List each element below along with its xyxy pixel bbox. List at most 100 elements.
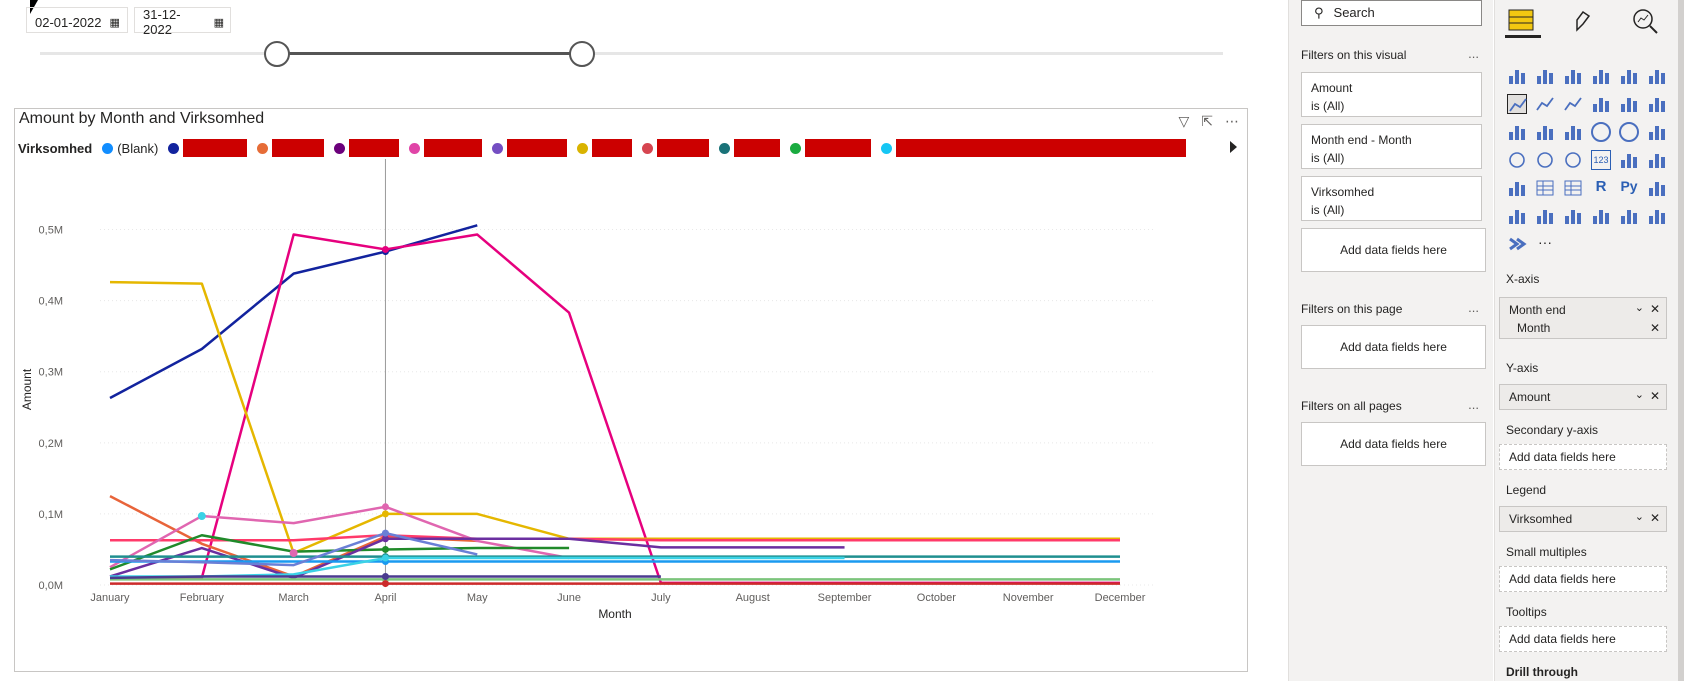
legend-well[interactable]: Virksomhed ⌄ ✕ — [1499, 506, 1667, 532]
legend-dot[interactable] — [881, 142, 893, 154]
redacted-legend-label — [349, 139, 400, 157]
legend-dot[interactable] — [577, 142, 589, 154]
legend-dot[interactable] — [642, 142, 654, 154]
filter-search-input[interactable]: ⚲ Search — [1301, 0, 1482, 26]
y-tick-label: 0,4M — [39, 296, 63, 308]
legend-dot[interactable] — [492, 142, 504, 154]
clustered-column-icon[interactable] — [1591, 66, 1611, 86]
table-icon[interactable] — [1535, 178, 1555, 198]
card-icon[interactable]: 123 — [1591, 150, 1611, 170]
filters-page-more-icon[interactable]: ... — [1468, 300, 1479, 315]
donut-icon[interactable] — [1619, 122, 1639, 142]
waterfall-icon[interactable] — [1507, 122, 1527, 142]
more-visuals-icon[interactable]: ··· — [1535, 234, 1555, 254]
start-date-input[interactable]: 02-01-2022 ▦ — [26, 7, 128, 33]
filled-map-icon[interactable] — [1535, 150, 1555, 170]
slicer-icon[interactable] — [1507, 178, 1527, 198]
decomposition-tree-icon[interactable] — [1507, 206, 1527, 226]
end-date-input[interactable]: 31-12-2022 ▦ — [134, 7, 231, 37]
remove-field-icon[interactable]: ✕ — [1650, 321, 1660, 335]
legend-dot[interactable] — [790, 142, 802, 154]
hover-point — [381, 545, 389, 553]
gauge-icon[interactable] — [1563, 150, 1583, 170]
redacted-legend-label — [183, 139, 248, 157]
ribbon-chart-icon[interactable] — [1647, 94, 1667, 114]
python-visual-icon[interactable]: Py — [1619, 178, 1639, 198]
focus-mode-icon[interactable]: ⇱ — [1201, 113, 1213, 130]
format-visual-tab[interactable] — [1567, 6, 1603, 38]
100-column-icon[interactable] — [1647, 66, 1667, 86]
date-slider-start-handle[interactable] — [264, 41, 290, 67]
more-options-icon[interactable]: ⋯ — [1225, 113, 1239, 130]
kpi-icon[interactable] — [1647, 150, 1667, 170]
filter-card-state: is (All) — [1311, 151, 1345, 165]
legend-next-arrow-icon[interactable] — [1230, 141, 1237, 153]
date-slider-track[interactable] — [40, 52, 1223, 55]
analytics-tab[interactable] — [1629, 6, 1665, 38]
tooltips-well[interactable]: Add data fields here — [1499, 626, 1667, 652]
build-visual-tab[interactable] — [1505, 6, 1541, 38]
secondary-yaxis-well[interactable]: Add data fields here — [1499, 444, 1667, 470]
filters-all-more-icon[interactable]: ... — [1468, 397, 1479, 412]
visual-filter-drop-zone[interactable]: Add data fields here — [1301, 228, 1486, 272]
chevron-more-icon[interactable] — [1507, 234, 1527, 254]
stacked-bar-icon[interactable] — [1507, 66, 1527, 86]
legend-dot[interactable] — [168, 142, 180, 154]
x-tick-label: October — [917, 592, 956, 604]
drill-through-label: Drill through — [1506, 665, 1578, 679]
filter-icon[interactable]: ▽ — [1178, 113, 1189, 130]
xaxis-well[interactable]: Month end Month ⌄ ✕ ✕ — [1499, 297, 1667, 339]
build-visual-icon — [1508, 9, 1534, 31]
line-chart-visual[interactable]: 0,0M 0,1M 0,2M 0,3M 0,4M 0,5M January February M… — [14, 108, 1248, 672]
stacked-column-icon[interactable] — [1535, 66, 1555, 86]
series-line — [109, 280, 1120, 555]
date-slider-end-handle[interactable] — [569, 41, 595, 67]
chevron-down-icon[interactable]: ⌄ — [1635, 510, 1644, 523]
filters-visual-more-icon[interactable]: ... — [1468, 46, 1479, 61]
legend-dot[interactable] — [257, 142, 269, 154]
remove-field-icon[interactable]: ✕ — [1650, 511, 1660, 525]
power-apps-icon[interactable] — [1619, 206, 1639, 226]
treemap-icon[interactable] — [1647, 122, 1667, 142]
filter-card-virksomhed[interactable]: Virksomhed is (All) — [1301, 176, 1482, 221]
all-pages-filter-drop-zone[interactable]: Add data fields here — [1301, 422, 1486, 466]
qa-icon[interactable] — [1535, 206, 1555, 226]
x-tick-label: December — [1095, 592, 1146, 604]
area-chart-icon[interactable] — [1535, 94, 1555, 114]
multirow-card-icon[interactable] — [1619, 150, 1639, 170]
remove-field-icon[interactable]: ✕ — [1650, 302, 1660, 316]
x-axis-title: Month — [598, 607, 631, 621]
pane-scrollbar[interactable] — [1678, 0, 1684, 681]
legend-dot[interactable] — [409, 142, 421, 154]
yaxis-well[interactable]: Amount ⌄ ✕ — [1499, 384, 1667, 410]
line-column-icon[interactable] — [1591, 94, 1611, 114]
calendar-icon[interactable]: ▦ — [214, 16, 224, 29]
scatter-icon[interactable] — [1563, 122, 1583, 142]
legend-dot[interactable] — [334, 142, 346, 154]
funnel-icon[interactable] — [1535, 122, 1555, 142]
calendar-icon[interactable]: ▦ — [110, 16, 120, 29]
filter-card-month[interactable]: Month end - Month is (All) — [1301, 124, 1482, 169]
power-automate-icon[interactable] — [1647, 206, 1667, 226]
100-bar-icon[interactable] — [1619, 66, 1639, 86]
stacked-area-icon[interactable] — [1563, 94, 1583, 114]
pie-icon[interactable] — [1591, 122, 1611, 142]
chevron-down-icon[interactable]: ⌄ — [1635, 301, 1644, 314]
r-visual-icon[interactable]: R — [1591, 178, 1611, 198]
map-icon[interactable] — [1507, 150, 1527, 170]
line-chart-icon[interactable] — [1507, 94, 1527, 114]
filter-card-amount[interactable]: Amount is (All) — [1301, 72, 1482, 117]
clustered-bar-icon[interactable] — [1563, 66, 1583, 86]
smart-narrative-icon[interactable] — [1563, 206, 1583, 226]
legend-dot[interactable] — [102, 142, 114, 154]
page-filter-drop-zone[interactable]: Add data fields here — [1301, 325, 1486, 369]
legend-dot[interactable] — [719, 142, 731, 154]
remove-field-icon[interactable]: ✕ — [1650, 389, 1660, 403]
key-influencers-icon[interactable] — [1647, 178, 1667, 198]
line-clustered-icon[interactable] — [1619, 94, 1639, 114]
chevron-down-icon[interactable]: ⌄ — [1635, 388, 1644, 401]
paginated-report-icon[interactable] — [1591, 206, 1611, 226]
legend-item-label[interactable]: (Blank) — [117, 141, 158, 156]
matrix-icon[interactable] — [1563, 178, 1583, 198]
small-multiples-well[interactable]: Add data fields here — [1499, 566, 1667, 592]
